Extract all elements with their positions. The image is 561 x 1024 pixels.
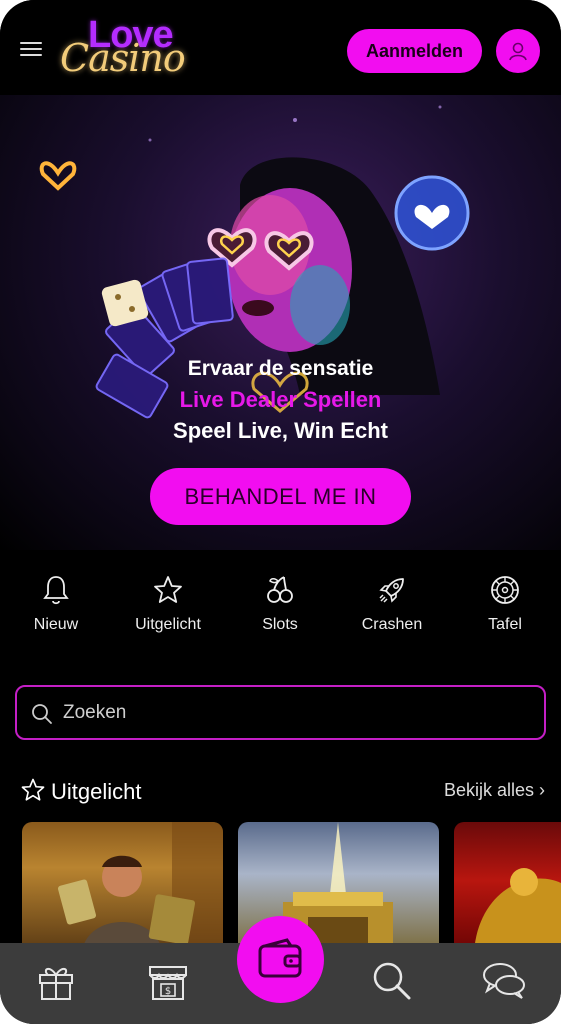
chat-icon: [483, 963, 525, 999]
star-icon: [154, 576, 182, 603]
profile-button[interactable]: [496, 29, 540, 73]
category-label: Slots: [262, 616, 298, 633]
rocket-icon: [379, 578, 404, 603]
shop-icon: $: [149, 966, 187, 1000]
bell-icon: [43, 576, 69, 605]
signup-button[interactable]: Aanmelden: [347, 29, 482, 73]
search-input[interactable]: [63, 695, 533, 731]
logo-casino-text: Casino: [60, 36, 186, 80]
game-thumbnail-art: [58, 822, 223, 952]
cherries-icon: [267, 576, 293, 603]
category-nieuw[interactable]: Nieuw: [6, 570, 106, 634]
category-label: Tafel: [488, 616, 522, 633]
nav-promotions[interactable]: [32, 957, 80, 1005]
category-bar: Nieuw Uitgelicht Slots Crashen Tafel: [0, 570, 561, 650]
game-thumbnail-art: [474, 868, 561, 952]
category-label: Crashen: [361, 616, 423, 633]
user-icon: [509, 42, 527, 61]
search-icon: [32, 704, 52, 724]
category-crashen[interactable]: Crashen: [342, 570, 442, 634]
hero-headline-2: Live Dealer Spellen: [179, 387, 382, 412]
game-card[interactable]: [22, 822, 223, 952]
logo[interactable]: Love Casino: [60, 14, 205, 80]
search-icon: [373, 962, 411, 1000]
category-slots[interactable]: Slots: [230, 570, 330, 634]
hero-banner: Ervaar de sensatie Live Dealer Spellen S…: [0, 95, 561, 550]
category-label: Uitgelicht: [135, 616, 201, 633]
wallet-button[interactable]: [237, 916, 324, 1003]
cta-button[interactable]: BEHANDEL ME IN: [150, 468, 411, 525]
wallet-icon: [258, 938, 302, 978]
svg-text:$: $: [165, 986, 171, 997]
nav-search[interactable]: [368, 957, 416, 1005]
featured-section-header: Uitgelicht Bekijk alles ›: [20, 775, 545, 809]
app-screen: Love Casino Aanmelden Ervaar de sensatie…: [0, 0, 561, 1024]
hero-headline-1: Ervaar de sensatie: [187, 357, 374, 380]
nav-chat[interactable]: [480, 957, 528, 1005]
roulette-icon: [491, 576, 519, 604]
game-card[interactable]: [454, 822, 561, 952]
hamburger-menu-icon[interactable]: [20, 42, 42, 58]
see-all-link[interactable]: Bekijk alles ›: [444, 780, 545, 801]
star-icon: [21, 778, 45, 801]
hero-headline-3: Speel Live, Win Echt: [173, 418, 388, 443]
category-uitgelicht[interactable]: Uitgelicht: [118, 570, 218, 634]
category-tafel[interactable]: Tafel: [455, 570, 555, 634]
search-box[interactable]: [15, 685, 546, 740]
featured-title: Uitgelicht: [51, 779, 142, 804]
gift-icon: [39, 968, 73, 1000]
nav-shop[interactable]: $: [144, 957, 192, 1005]
top-header: Love Casino Aanmelden: [0, 0, 561, 95]
category-label: Nieuw: [33, 616, 79, 633]
